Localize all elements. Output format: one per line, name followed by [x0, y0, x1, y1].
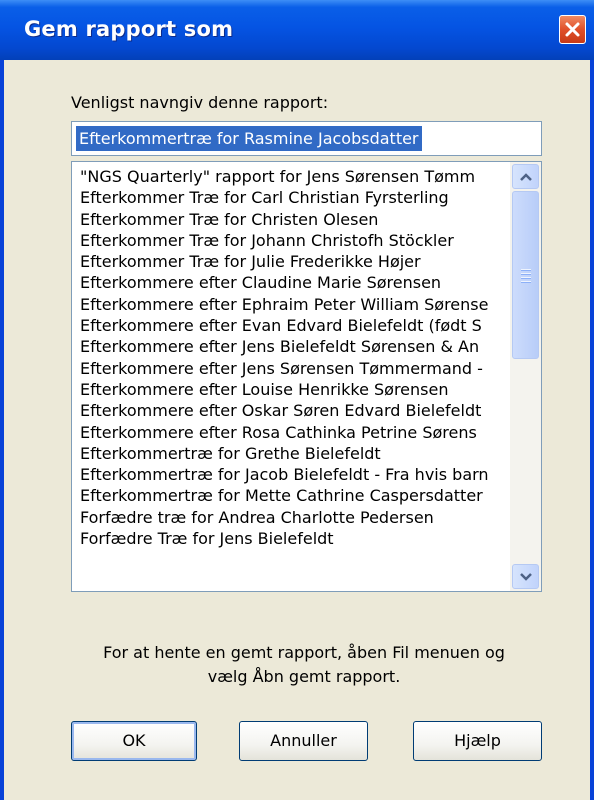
list-item[interactable]: Forfædre træ for Andrea Charlotte Peders… — [80, 507, 512, 528]
list-item[interactable]: Efterkommertræ for Mette Cathrine Casper… — [80, 485, 512, 506]
list-item[interactable]: "NGS Quarterly" rapport for Jens Sørense… — [80, 166, 512, 187]
list-item[interactable]: Efterkommer Træ for Carl Christian Fyrst… — [80, 187, 512, 208]
list-item[interactable]: Forfædre Træ for Jens Bielefeldt — [80, 528, 512, 549]
scrollbar-thumb[interactable] — [512, 191, 539, 359]
list-item[interactable]: Efterkommere efter Ephraim Peter William… — [80, 294, 512, 315]
saved-reports-list[interactable]: "NGS Quarterly" rapport for Jens Sørense… — [71, 161, 542, 592]
list-item[interactable]: Efterkommertræ for Grethe Bielefeldt — [80, 443, 512, 464]
ok-button[interactable]: OK — [71, 721, 197, 761]
scroll-up-button[interactable] — [512, 164, 539, 189]
vertical-scrollbar[interactable] — [510, 162, 541, 591]
list-item[interactable]: Efterkommere efter Jens Sørensen Tømmerm… — [80, 358, 512, 379]
chevron-down-icon — [520, 573, 532, 581]
window-title: Gem rapport som — [24, 17, 234, 41]
report-name-label: Venligst navngiv denne rapport: — [71, 93, 329, 112]
report-list-items: "NGS Quarterly" rapport for Jens Sørense… — [80, 166, 512, 549]
list-item[interactable]: Efterkommer Træ for Christen Olesen — [80, 209, 512, 230]
report-name-value: Efterkommertræ for Rasmine Jacobsdatter — [76, 126, 422, 151]
list-item[interactable]: Efterkommere efter Louise Henrikke Søren… — [80, 379, 512, 400]
list-item[interactable]: Efterkommere efter Claudine Marie Sørens… — [80, 272, 512, 293]
report-name-input[interactable]: Efterkommertræ for Rasmine Jacobsdatter — [71, 121, 542, 156]
save-report-dialog: Gem rapport som Venligst navngiv denne r… — [0, 0, 594, 800]
list-item[interactable]: Efterkommere efter Jens Bielefeldt Søren… — [80, 336, 512, 357]
list-item[interactable]: Efterkommere efter Evan Edvard Bielefeld… — [80, 315, 512, 336]
list-item[interactable]: Efterkommere efter Rosa Cathinka Petrine… — [80, 422, 512, 443]
scroll-down-button[interactable] — [512, 564, 539, 589]
close-button[interactable] — [559, 15, 586, 44]
help-button[interactable]: Hjælp — [413, 721, 542, 761]
help-text-line-1: For at hente en gemt rapport, åben Fil m… — [103, 643, 505, 662]
list-item[interactable]: Efterkommer Træ for Julie Frederikke Høj… — [80, 251, 512, 272]
grip-icon — [521, 269, 531, 285]
close-icon — [565, 22, 580, 37]
list-item[interactable]: Efterkommertræ for Jacob Bielefeldt - Fr… — [80, 464, 512, 485]
help-text-line-2: vælg Åbn gemt rapport. — [207, 667, 401, 686]
help-text: For at hente en gemt rapport, åben Fil m… — [64, 641, 544, 689]
cancel-button[interactable]: Annuller — [239, 721, 368, 761]
chevron-up-icon — [520, 173, 532, 181]
list-item[interactable]: Efterkommere efter Oskar Søren Edvard Bi… — [80, 400, 512, 421]
title-bar[interactable]: Gem rapport som — [0, 0, 594, 60]
list-item[interactable]: Efterkommer Træ for Johann Christofh Stö… — [80, 230, 512, 251]
